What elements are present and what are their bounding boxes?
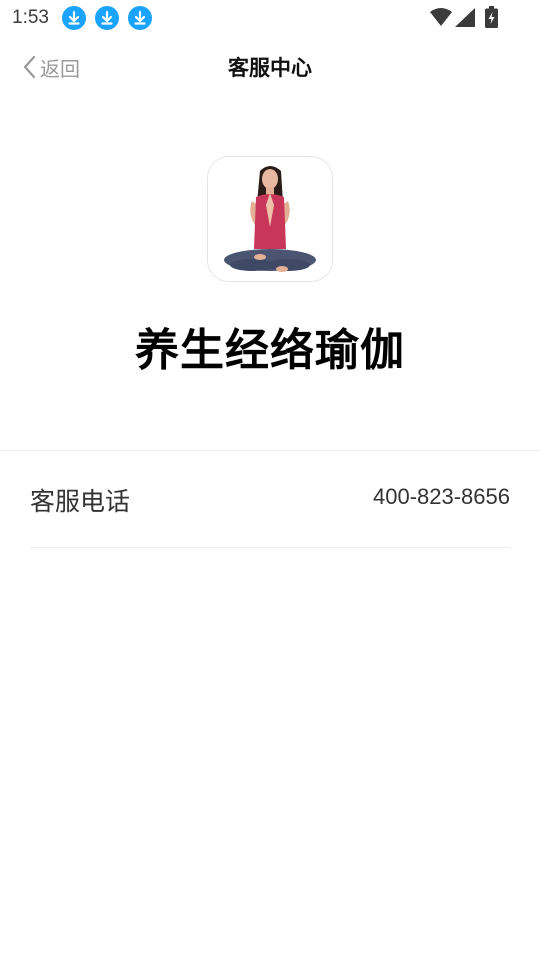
app-name: 养生经络瑜伽 bbox=[135, 326, 405, 375]
status-bar: 1:53 bbox=[0, 0, 540, 36]
service-phone-number[interactable]: 400-823-8656 bbox=[373, 484, 510, 510]
battery-charging-icon bbox=[485, 6, 498, 28]
download-icon bbox=[95, 6, 119, 30]
service-phone-row[interactable]: 客服电话 400-823-8656 bbox=[0, 451, 540, 547]
page-title: 客服中心 bbox=[228, 57, 312, 80]
wifi-icon bbox=[430, 8, 452, 26]
service-phone-label: 客服电话 bbox=[30, 488, 131, 516]
status-time: 1:53 bbox=[12, 7, 49, 28]
divider bbox=[30, 547, 510, 548]
app-logo bbox=[207, 156, 333, 282]
cellular-signal-icon bbox=[455, 8, 475, 27]
yoga-woman-logo-icon bbox=[208, 157, 332, 281]
download-icon bbox=[62, 6, 86, 30]
download-icon bbox=[128, 6, 152, 30]
nav-bar: 返回 客服中心 bbox=[0, 36, 540, 98]
